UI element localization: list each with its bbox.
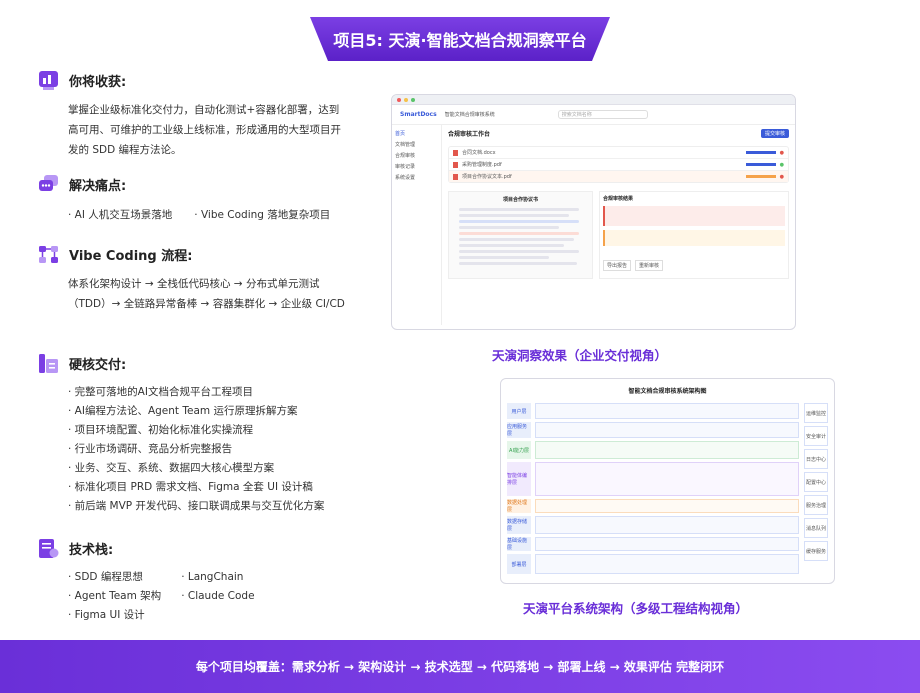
deliver-item: · 标准化项目 PRD 需求文档、Figma 全套 UI 设计稿 (68, 481, 313, 493)
side-module: 缓存服务 (804, 541, 828, 561)
caption-shot1: 天演洞察效果（企业交付视角） (492, 348, 668, 363)
product-screenshot: SmartDocs 智能文档合规审核系统 搜索文档名称 首页 文档管理 合规审核… (391, 94, 796, 330)
section-title: Vibe Coding 流程: (69, 249, 193, 264)
panel-title: 合规审核工作台 (448, 131, 491, 138)
stack-icon (39, 539, 59, 558)
side-module: 消息队列 (804, 518, 828, 538)
stack-item: · Claude Code (181, 590, 255, 602)
flow-icon (39, 246, 58, 263)
layer-label: 数据存储层 (507, 516, 531, 534)
layer-label: 数据处理层 (507, 499, 531, 513)
sidebar-item[interactable]: 首页 (395, 129, 438, 140)
layer-label: 应用服务层 (507, 422, 531, 438)
stack-item: · SDD 编程思想 (68, 571, 143, 583)
sidebar-item[interactable]: 文档管理 (395, 140, 438, 151)
gain-text: 掌握企业级标准化交付力，自动化测试+容器化部署，达到高可用、可维护的工业级上线标… (68, 104, 341, 156)
chat-icon (39, 175, 58, 191)
sidebar-item[interactable]: 合规审核 (395, 151, 438, 162)
layer-label: 用户层 (507, 403, 531, 419)
doc-title: 项目合作协议书 (502, 197, 538, 203)
delivery-icon (39, 354, 58, 373)
export-button[interactable]: 导出报告 (603, 260, 632, 271)
side-module: 安全审计 (804, 426, 828, 446)
search-input[interactable]: 搜索文档名称 (557, 110, 648, 119)
section-gain: 你将收获: 掌握企业级标准化交付力，自动化测试+容器化部署，达到高可用、可维护的… (38, 70, 348, 160)
file-row[interactable]: 项目合作协议文本.pdf (462, 173, 512, 180)
project-title: 项目5: 天演·智能文档合规洞察平台 (310, 17, 610, 61)
pain-item: · Vibe Coding 落地复杂项目 (194, 209, 331, 221)
diagram-title: 智能文档合规审核系统架构图 (628, 388, 707, 395)
side-module: 配置中心 (804, 472, 828, 492)
section-flow: Vibe Coding 流程: 体系化架构设计 → 全栈低代码核心 → 分布式单… (38, 244, 348, 314)
recheck-button[interactable]: 重新审核 (635, 260, 664, 271)
deliver-item: · 完整可落地的AI文档合规平台工程项目 (68, 386, 253, 398)
side-module: 运维监控 (804, 403, 828, 423)
layer-label: AI能力层 (507, 441, 531, 459)
section-title: 硬核交付: (69, 358, 127, 373)
deliver-item: · 行业市场调研、竞品分析完整报告 (68, 443, 233, 455)
deliver-item: · 业务、交互、系统、数据四大核心模型方案 (68, 462, 275, 474)
stack-item: · Figma UI 设计 (68, 609, 145, 621)
deliver-item: · 项目环境配置、初始化标准化实操流程 (68, 424, 254, 436)
caption-shot2: 天演平台系统架构（多级工程结构视角） (523, 601, 749, 616)
section-stack: 技术栈: · SDD 编程思想 · Agent Team 架构 · Figma … (38, 538, 255, 625)
sidebar-item[interactable]: 系统设置 (395, 173, 438, 184)
result-title: 合规审核结果 (603, 196, 634, 202)
section-pain: 解决痛点: · AI 人机交互场景落地 · Vibe Coding 落地复杂项目 (38, 174, 330, 225)
side-module: 服务治理 (804, 495, 828, 515)
chart-icon (39, 71, 58, 90)
section-deliver: 硬核交付: · 完整可落地的AI文档合规平台工程项目 · AI编程方法论、Age… (38, 353, 324, 516)
stack-item: · Agent Team 架构 (68, 590, 162, 602)
deliver-item: · AI编程方法论、Agent Team 运行原理拆解方案 (68, 405, 298, 417)
file-row[interactable]: 合同文档.docx (462, 149, 496, 156)
layer-label: 基础设施层 (507, 537, 531, 551)
architecture-diagram: 智能文档合规审核系统架构图 用户层 应用服务层 AI能力层 智能体编排层 数据处… (500, 378, 835, 584)
layer-label: 智能体编排层 (507, 462, 531, 496)
nav-title: 智能文档合规审核系统 (444, 112, 495, 118)
submit-button[interactable]: 提交审核 (760, 129, 789, 138)
section-title: 你将收获: (69, 75, 127, 90)
brand-logo: SmartDocs (400, 111, 437, 118)
flow-text: 体系化架构设计 → 全栈低代码核心 → 分布式单元测试（TDD）→ 全链路异常备… (68, 278, 345, 310)
layer-label: 部署层 (507, 554, 531, 574)
page: 项目5: 天演·智能文档合规洞察平台 你将收获: 掌握企业级标准化交付力，自动化… (0, 0, 920, 693)
sidebar-item[interactable]: 审核记录 (395, 162, 438, 173)
stack-item: · LangChain (181, 571, 244, 583)
deliver-item: · 前后端 MVP 开发代码、接口联调成果与交互优化方案 (68, 500, 325, 512)
section-title: 解决痛点: (69, 179, 127, 194)
footer-banner: 每个项目均覆盖：需求分析 → 架构设计 → 技术选型 → 代码落地 → 部署上线… (0, 640, 920, 693)
pain-item: · AI 人机交互场景落地 (68, 209, 173, 221)
file-row[interactable]: 采购管理制度.pdf (462, 161, 502, 168)
side-module: 日志中心 (804, 449, 828, 469)
section-title: 技术栈: (69, 543, 114, 558)
